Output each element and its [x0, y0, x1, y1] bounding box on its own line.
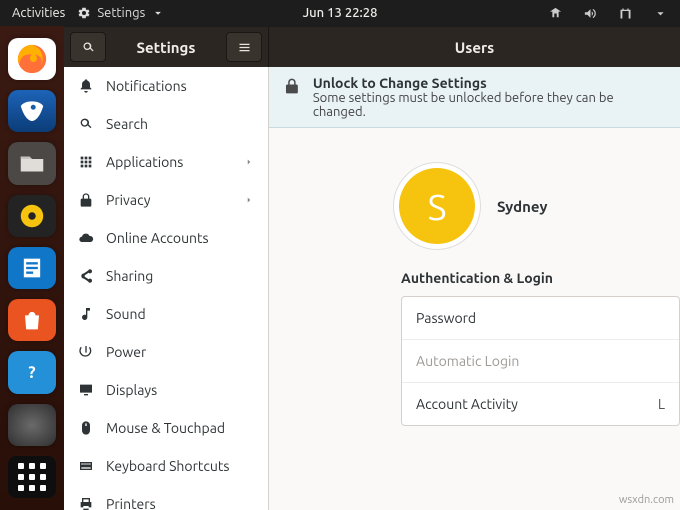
sidebar-item-label: Keyboard Shortcuts — [106, 458, 229, 474]
dock-files[interactable] — [8, 142, 56, 184]
chevron-down-icon — [653, 6, 668, 21]
volume-icon — [583, 6, 598, 21]
window-title: Settings — [112, 39, 220, 56]
help-icon: ? — [18, 358, 46, 386]
sidebar-item-label: Displays — [106, 382, 157, 398]
row-label: Password — [416, 310, 476, 326]
headerbar-left: Settings — [64, 27, 269, 67]
music-icon — [78, 306, 94, 322]
top-panel: Activities Settings Jun 13 22:28 — [0, 0, 680, 26]
menu-icon — [237, 40, 252, 55]
power-icon — [78, 344, 94, 360]
row-value: L — [658, 396, 665, 412]
sidebar-item-power[interactable]: Power — [64, 333, 268, 371]
show-applications-button[interactable] — [8, 456, 56, 498]
sidebar-item-printers[interactable]: Printers — [64, 485, 268, 510]
sidebar-item-sharing[interactable]: Sharing — [64, 257, 268, 295]
keyboard-icon — [78, 458, 94, 474]
bell-icon — [78, 78, 94, 94]
dock-libreoffice-writer[interactable] — [8, 247, 56, 289]
sidebar-item-mouse-touchpad[interactable]: Mouse & Touchpad — [64, 409, 268, 447]
sidebar-item-search[interactable]: Search — [64, 105, 268, 143]
gear-icon — [77, 6, 91, 20]
dock-trash[interactable] — [8, 404, 56, 446]
sidebar-item-label: Sharing — [106, 268, 153, 284]
network-icon — [548, 6, 563, 21]
sidebar-item-label: Sound — [106, 306, 146, 322]
mouse-icon — [78, 420, 94, 436]
search-icon — [81, 40, 96, 55]
lock-icon — [283, 77, 301, 95]
files-icon — [17, 149, 47, 179]
sidebar-item-label: Power — [106, 344, 146, 360]
activities-button[interactable]: Activities — [12, 6, 65, 20]
sidebar-item-label: Mouse & Touchpad — [106, 420, 225, 436]
settings-row-account-activity[interactable]: Account Activity L — [402, 383, 679, 425]
settings-row-password[interactable]: Password — [402, 297, 679, 340]
dock-ubuntu-software[interactable] — [8, 299, 56, 341]
user-name[interactable]: Sydney — [497, 198, 547, 215]
app-menu[interactable]: Settings — [77, 6, 165, 20]
lock-icon — [78, 192, 94, 208]
search-button[interactable] — [70, 32, 106, 62]
sidebar-item-applications[interactable]: Applications — [64, 143, 268, 181]
shopping-bag-icon — [18, 306, 46, 334]
settings-window: Settings Users Notifications Search Applic… — [64, 26, 680, 510]
grid-icon — [78, 154, 94, 170]
chevron-right-icon — [244, 195, 254, 205]
user-block: S Sydney — [399, 168, 680, 244]
row-label: Automatic Login — [416, 353, 519, 369]
sidebar-item-label: Applications — [106, 154, 183, 170]
sidebar-item-privacy[interactable]: Privacy — [64, 181, 268, 219]
display-icon — [78, 382, 94, 398]
sidebar: Notifications Search Applications Privacy On… — [64, 67, 269, 510]
row-label: Account Activity — [416, 396, 518, 412]
panel-clock[interactable]: Jun 13 22:28 — [303, 6, 378, 20]
sidebar-item-keyboard-shortcuts[interactable]: Keyboard Shortcuts — [64, 447, 268, 485]
sidebar-item-label: Online Accounts — [106, 230, 209, 246]
unlock-infobar: Unlock to Change Settings Some settings … — [269, 67, 680, 128]
dock-help[interactable]: ? — [8, 351, 56, 393]
printer-icon — [78, 496, 94, 510]
avatar[interactable]: S — [399, 168, 475, 244]
system-status-area[interactable] — [540, 6, 668, 21]
chevron-down-icon — [151, 6, 165, 20]
content-area: Unlock to Change Settings Some settings … — [269, 67, 680, 510]
sidebar-item-sound[interactable]: Sound — [64, 295, 268, 333]
dock-rhythmbox[interactable] — [8, 195, 56, 237]
dock: ? — [0, 26, 64, 510]
sidebar-item-online-accounts[interactable]: Online Accounts — [64, 219, 268, 257]
hamburger-menu-button[interactable] — [226, 32, 262, 62]
battery-icon — [618, 6, 633, 21]
document-icon — [18, 254, 46, 282]
watermark: wsxdn.com — [619, 494, 674, 506]
search-icon — [78, 116, 94, 132]
svg-text:?: ? — [28, 364, 35, 382]
sidebar-item-label: Privacy — [106, 192, 150, 208]
sidebar-item-label: Notifications — [106, 78, 187, 94]
firefox-icon — [15, 42, 49, 76]
infobar-title: Unlock to Change Settings — [313, 75, 666, 91]
infobar-subtitle: Some settings must be unlocked before th… — [313, 91, 666, 119]
share-icon — [78, 268, 94, 284]
auth-settings-list: Password Automatic Login Account Activity L — [401, 296, 680, 426]
settings-row-automatic-login: Automatic Login — [402, 340, 679, 383]
sidebar-item-displays[interactable]: Displays — [64, 371, 268, 409]
chevron-right-icon — [244, 157, 254, 167]
dock-thunderbird[interactable] — [8, 90, 56, 132]
music-player-icon — [17, 201, 47, 231]
sidebar-item-label: Printers — [106, 496, 156, 510]
dock-firefox[interactable] — [8, 38, 56, 80]
sidebar-item-notifications[interactable]: Notifications — [64, 67, 268, 105]
section-title: Authentication & Login — [401, 270, 680, 286]
page-title: Users — [269, 27, 680, 67]
thunderbird-icon — [17, 96, 47, 126]
sidebar-item-label: Search — [106, 116, 148, 132]
cloud-icon — [78, 230, 94, 246]
